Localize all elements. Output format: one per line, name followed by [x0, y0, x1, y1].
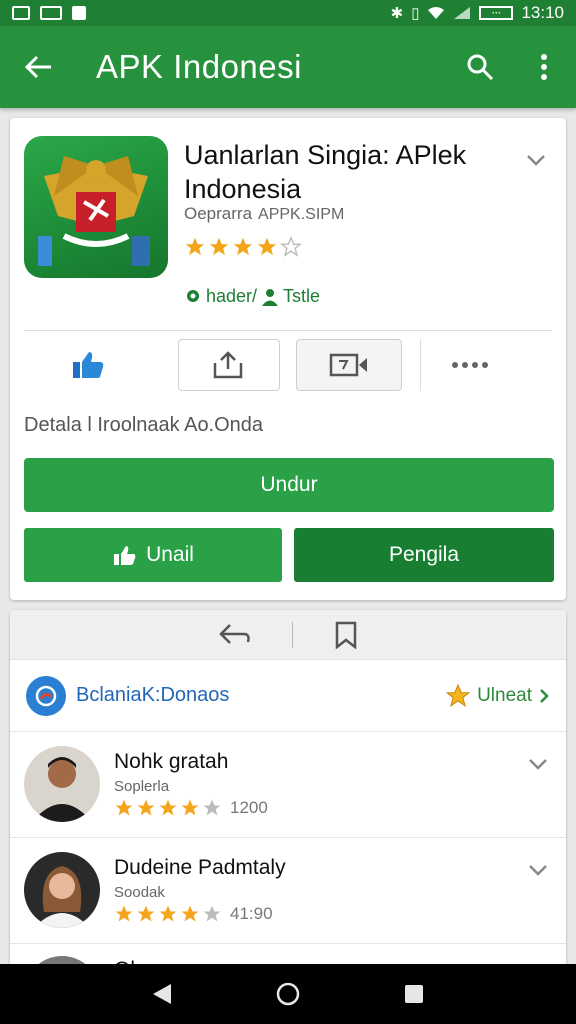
- detail-text: Detala l Iroolnaak Ao.Onda: [24, 414, 264, 436]
- video-button[interactable]: [296, 339, 402, 391]
- undo-icon[interactable]: [218, 622, 252, 648]
- developer-name[interactable]: Oeprarra: [184, 204, 252, 224]
- home-circle-icon[interactable]: [275, 981, 301, 1007]
- action-row: [24, 338, 552, 392]
- user-icon: [262, 288, 279, 306]
- location-icon: [187, 289, 199, 302]
- review-item[interactable]: Nohk gratah Soplerla 1200: [10, 732, 566, 838]
- star-icon: [233, 237, 253, 256]
- section-header: BclaniaK:Donaos Ulneat: [10, 660, 566, 732]
- bluetooth-icon: ✱: [390, 5, 404, 22]
- section-icon: [26, 675, 66, 716]
- developer-sub: APPK.SIPM: [258, 206, 345, 223]
- install-label: hader/: [206, 286, 258, 306]
- vibrate-icon: ▯: [411, 5, 420, 22]
- star-icon: [181, 905, 199, 922]
- install-info: hader/ Tstle: [184, 286, 320, 307]
- review-rating: [114, 798, 222, 818]
- thumbs-up-icon: [73, 352, 104, 378]
- chevron-down-icon[interactable]: [526, 858, 550, 882]
- image-notification-icon: [12, 6, 30, 20]
- star-empty-icon: [203, 905, 221, 922]
- recents-square-icon[interactable]: [403, 983, 425, 1005]
- review-count: 1200: [230, 798, 268, 817]
- more-horiz-icon: [451, 362, 488, 368]
- star-icon: [159, 799, 177, 816]
- download-button-label: Undur: [260, 473, 318, 496]
- back-arrow-icon: [25, 55, 51, 79]
- garuda-emblem-icon: [38, 156, 150, 266]
- section-link[interactable]: Ulneat: [445, 683, 550, 709]
- status-bar: ✱ ▯ ··· 13:10: [0, 0, 576, 26]
- bookmark-icon[interactable]: [333, 621, 359, 649]
- wifi-icon: [428, 7, 445, 19]
- signal-icon: [454, 7, 471, 19]
- app-rating: [184, 236, 302, 258]
- page-title: APK Indonesi: [96, 48, 302, 85]
- star-icon: [181, 799, 199, 816]
- star-icon: [209, 237, 229, 256]
- review-name: Nohk gratah: [114, 750, 229, 773]
- star-icon: [137, 799, 155, 816]
- divider: [24, 330, 552, 331]
- settings-button[interactable]: Pengila: [294, 528, 554, 582]
- tab-bar: [10, 610, 566, 660]
- avatar: [24, 746, 100, 822]
- star-icon: [159, 905, 177, 922]
- section-link-label: Ulneat: [477, 684, 532, 706]
- chevron-down-icon[interactable]: [526, 752, 550, 776]
- review-subtitle: Soplerla: [114, 778, 170, 795]
- download-button[interactable]: Undur: [24, 458, 554, 512]
- share-button[interactable]: [178, 339, 280, 391]
- app-detail-card: Uanlarlan Singia: APlek Indonesia Oeprar…: [10, 118, 566, 600]
- thumbs-up-icon: [114, 546, 136, 565]
- search-icon: [467, 54, 494, 81]
- info-icon: [35, 685, 57, 706]
- avatar: [24, 852, 100, 928]
- install-button[interactable]: Unail: [24, 528, 282, 582]
- overflow-menu-button[interactable]: [512, 26, 576, 108]
- share-icon: [213, 351, 243, 379]
- star-icon: [137, 905, 155, 922]
- review-name: Dudeine Padmtaly: [114, 856, 286, 879]
- review-rating: [114, 904, 222, 924]
- video-icon: [329, 353, 367, 377]
- install-sub: Tstle: [283, 286, 321, 306]
- system-nav-bar: [0, 964, 576, 1024]
- app-bar: APK Indonesi: [0, 26, 576, 108]
- settings-button-label: Pengila: [388, 543, 460, 566]
- search-button[interactable]: [448, 26, 512, 108]
- tab-separator: [291, 621, 293, 648]
- more-vert-icon: [541, 54, 547, 80]
- back-triangle-icon[interactable]: [151, 982, 173, 1006]
- chevron-right-icon: [540, 688, 549, 703]
- star-icon: [115, 905, 133, 922]
- star-icon: [257, 237, 277, 256]
- review-subtitle: Soodak: [114, 884, 165, 901]
- app-icon: [24, 136, 168, 278]
- back-button[interactable]: [0, 26, 78, 108]
- star-empty-icon: [280, 236, 302, 257]
- battery-icon: ···: [479, 6, 514, 20]
- app-notification-icon: [72, 6, 86, 20]
- status-time: 13:10: [521, 3, 564, 22]
- star-icon: [115, 799, 133, 816]
- reviews-card: BclaniaK:Donaos Ulneat Nohk gratah Sople…: [10, 610, 566, 970]
- like-button[interactable]: [24, 339, 152, 391]
- review-count: 41:90: [230, 904, 273, 923]
- star-icon: [185, 237, 205, 256]
- star-empty-icon: [203, 799, 221, 816]
- screen-notification-icon: [40, 6, 62, 20]
- chevron-down-icon[interactable]: [524, 148, 548, 172]
- star-icon: [445, 683, 471, 707]
- review-item[interactable]: Dudeine Padmtaly Soodak 41:90: [10, 838, 566, 944]
- app-title: Uanlarlan Singia: APlek Indonesia: [184, 140, 467, 204]
- section-title: BclaniaK:Donaos: [76, 684, 230, 706]
- more-button[interactable]: [420, 339, 520, 391]
- install-button-label: Unail: [146, 543, 194, 566]
